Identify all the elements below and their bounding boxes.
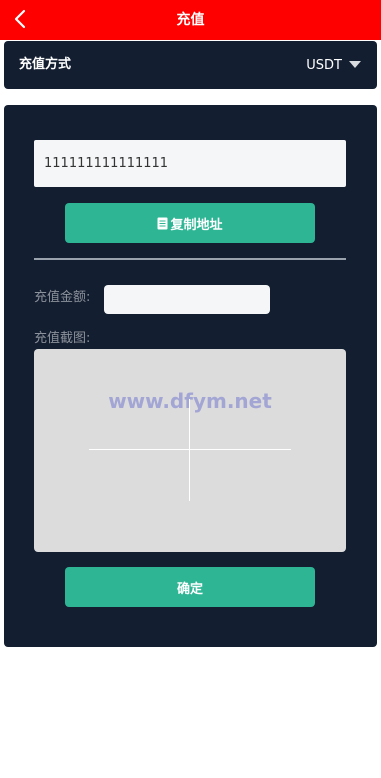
- screenshot-label: 充值截图:: [34, 331, 91, 346]
- document-icon: [157, 217, 168, 229]
- header-bar: 充值: [0, 0, 381, 40]
- recharge-method-value: USDT: [306, 57, 342, 73]
- wallet-address-field[interactable]: 111111111111111: [34, 140, 346, 187]
- watermark-text: www.dfym.net: [34, 389, 346, 413]
- confirm-label: 确定: [176, 581, 203, 597]
- recharge-method-label: 充值方式: [19, 57, 72, 72]
- divider: [34, 258, 346, 260]
- confirm-button[interactable]: 确定: [65, 567, 315, 607]
- copy-address-button[interactable]: 复制地址: [65, 203, 315, 243]
- amount-input[interactable]: [104, 285, 270, 314]
- copy-address-label: 复制地址: [170, 217, 223, 233]
- amount-label: 充值金额:: [34, 290, 91, 305]
- screenshot-upload-area[interactable]: www.dfym.net: [34, 349, 346, 552]
- chevron-left-icon[interactable]: [13, 9, 29, 29]
- recharge-method-select[interactable]: USDT: [306, 41, 361, 89]
- caret-down-icon: [349, 61, 361, 68]
- recharge-form-panel: 111111111111111 复制地址 充值金额: 充值截图: www.dfy…: [4, 105, 377, 647]
- page-title: 充值: [176, 12, 205, 28]
- recharge-method-panel: 充值方式 USDT: [4, 41, 377, 89]
